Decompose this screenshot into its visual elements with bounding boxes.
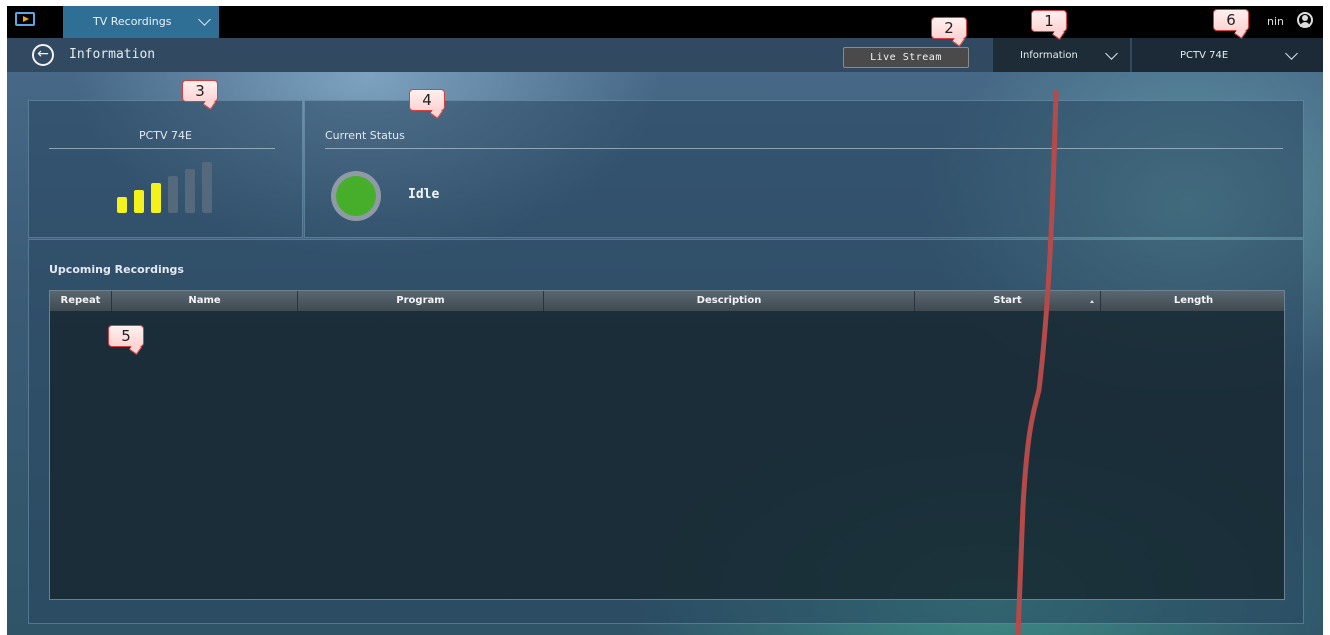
device-dropdown-label: PCTV 74E — [1180, 50, 1229, 61]
live-stream-button[interactable]: Live Stream — [843, 47, 969, 68]
signal-bar — [168, 176, 178, 213]
status-indicator — [331, 171, 381, 221]
app-icon[interactable] — [15, 12, 35, 26]
column-header-program[interactable]: Program — [298, 291, 544, 311]
back-arrow-icon[interactable]: ← — [32, 44, 54, 66]
user-icon[interactable] — [1297, 12, 1313, 28]
signal-bar — [134, 190, 144, 213]
recordings-table[interactable]: Repeat Name Program Description Start Le… — [49, 290, 1285, 600]
column-header-repeat[interactable]: Repeat — [50, 291, 112, 311]
signal-strength-bars — [117, 162, 217, 213]
column-header-length[interactable]: Length — [1101, 291, 1286, 311]
annotation-callout-6: 6 — [1213, 9, 1249, 31]
annotation-callout-5: 5 — [108, 325, 144, 347]
device-panel: PCTV 74E — [28, 100, 303, 238]
page-title: Information — [69, 47, 156, 62]
column-header-description[interactable]: Description — [544, 291, 915, 311]
divider — [325, 148, 1283, 149]
device-name: PCTV 74E — [138, 129, 192, 142]
signal-bar — [117, 197, 127, 213]
top-bar: TV Recordings nin — [7, 6, 1323, 38]
divider — [49, 148, 275, 149]
chevron-down-icon — [198, 13, 211, 26]
status-title: Current Status — [325, 129, 405, 142]
view-dropdown-label: Information — [1020, 50, 1078, 61]
recordings-panel: Upcoming Recordings Repeat Name Program … — [28, 239, 1304, 624]
recordings-title: Upcoming Recordings — [49, 263, 184, 276]
user-label: nin — [1267, 15, 1284, 28]
signal-bar — [185, 169, 195, 213]
chevron-down-icon — [1105, 47, 1118, 60]
status-text: Idle — [408, 187, 440, 202]
device-dropdown[interactable]: PCTV 74E — [1132, 38, 1323, 72]
chevron-down-icon — [1285, 47, 1298, 60]
status-dot — [336, 176, 376, 216]
column-header-start-label: Start — [993, 295, 1022, 306]
column-header-start[interactable]: Start — [915, 291, 1101, 311]
signal-bar — [151, 183, 161, 213]
annotation-callout-3: 3 — [182, 80, 218, 102]
app-window: TV Recordings nin ← Information Live Str… — [7, 6, 1323, 635]
status-panel: Current Status Idle — [304, 100, 1304, 238]
app-tab-tv-recordings[interactable]: TV Recordings — [63, 6, 219, 38]
column-header-name[interactable]: Name — [112, 291, 298, 311]
signal-bar — [202, 162, 212, 213]
app-tab-label: TV Recordings — [93, 15, 172, 28]
annotation-callout-4: 4 — [409, 89, 445, 111]
table-header: Repeat Name Program Description Start Le… — [50, 291, 1284, 311]
sort-ascending-icon — [1090, 300, 1094, 303]
annotation-callout-2: 2 — [931, 17, 967, 39]
view-dropdown[interactable]: Information — [993, 38, 1130, 72]
annotation-callout-1: 1 — [1031, 10, 1067, 32]
